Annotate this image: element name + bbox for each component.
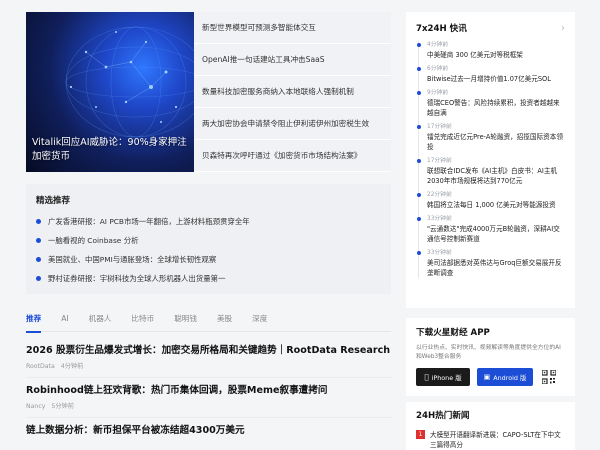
- hero-headline[interactable]: 新型世界模型可预测多智能体交互: [194, 12, 391, 44]
- article-title[interactable]: Robinhood链上狂欢背歌：热门币集体回调，股票Meme叙事遭拷问: [26, 384, 391, 398]
- recommended-item-label: 一脑看视的 Coinbase 分析: [48, 236, 139, 245]
- iphone-download-button[interactable]: iPhone 版: [416, 368, 470, 386]
- recommended-item-label: 广发香港研报：AI PCB市场一年翻倍，上游材料瓶颈贯穿全年: [48, 217, 250, 226]
- category-tabs: 推荐 AI 机器人 比特币 聪明钱 美股 深度: [26, 312, 391, 333]
- app-download-buttons: iPhone 版 ▣Android 版: [416, 368, 565, 386]
- flash-item[interactable]: 17分钟前镭兑完成近亿元Pre-A轮融资，招揽国际资本领投: [416, 123, 565, 152]
- article-title[interactable]: 链上数据分析：新币担保平台被冻结超4300万美元: [26, 424, 391, 438]
- article-time: 5分钟前: [51, 403, 74, 410]
- flash-time: 9分钟前: [427, 90, 449, 96]
- flash-text[interactable]: Bitwise过去一月增持价值1.07亿美元SOL: [427, 74, 565, 84]
- tab-us-stocks[interactable]: 美股: [217, 312, 232, 332]
- app-download-title: 下载火星财经 APP: [416, 328, 490, 338]
- flash-item[interactable]: 4分钟前中美磋商 300 亿美元对等税框架: [416, 41, 565, 60]
- apple-icon: : [424, 373, 428, 381]
- article-source[interactable]: RootData: [26, 363, 55, 370]
- tab-smart-money[interactable]: 聪明钱: [174, 312, 197, 332]
- qr-code-icon[interactable]: [542, 370, 556, 384]
- flash-text[interactable]: 德瑞CEO警告：风险持续累积，投资者越越来越自满: [427, 98, 565, 118]
- tab-bitcoin[interactable]: 比特币: [131, 312, 154, 332]
- android-download-button[interactable]: ▣ Android 版: [477, 368, 533, 386]
- flash-text[interactable]: 联想联合IDC发布《AI主机》白皮书：AI主机2030年市场规模将达到770亿元: [427, 166, 565, 186]
- article-meta: Nancy 5分钟前: [26, 401, 391, 410]
- flash-text[interactable]: "云通数达"完成4000万元B轮融资，深耕AI交通信号控制新赛道: [427, 224, 565, 244]
- flash-text[interactable]: 镭兑完成近亿元Pre-A轮融资，招揽国际资本领投: [427, 132, 565, 152]
- recommended-item[interactable]: 一脑看视的 Coinbase 分析: [36, 231, 381, 250]
- recommended-item-label: 野村证券研报：宇树科技为全球人形机器人出货量第一: [48, 274, 226, 283]
- flash-news-list: 4分钟前中美磋商 300 亿美元对等税框架 6分钟前 Bitwise过去一月增持价…: [416, 41, 565, 278]
- flash-time: 17分钟前: [427, 158, 452, 164]
- flash-time: 4分钟前: [427, 42, 449, 48]
- bullet-icon: [36, 276, 41, 281]
- flash-item[interactable]: 9分钟前德瑞CEO警告：风险持续累积，投资者越越来越自满: [416, 89, 565, 118]
- recommended-item[interactable]: 广发香港研报：AI PCB市场一年翻倍，上游材料瓶颈贯穿全年: [36, 212, 381, 231]
- article-title[interactable]: 2026 股票衍生品爆发式增长：加密交易所格局和关键趋势｜RootData Re…: [26, 344, 391, 358]
- tab-ai[interactable]: AI: [61, 312, 68, 332]
- hot-news-title: 24H热门新闻: [416, 411, 470, 421]
- hero-headline[interactable]: 贝森特再次呼吁通过《加密货币市场结构法案》: [194, 140, 391, 172]
- flash-text[interactable]: 美司法部据悉对英伟达与Groq巨额交易展开反垄断调查: [427, 258, 565, 278]
- flash-time: 6分钟前: [427, 66, 449, 72]
- bullet-icon: [36, 219, 41, 224]
- recommended-item[interactable]: 美国就业、中国PMI与通胀登场：全球增长韧性观察: [36, 250, 381, 269]
- bullet-icon: [36, 238, 41, 243]
- rank-badge: 1: [416, 430, 425, 439]
- article-item[interactable]: 2026 股票衍生品爆发式增长：加密交易所格局和关键趋势｜RootData Re…: [26, 338, 391, 378]
- hero-headline[interactable]: OpenAI推一句话建站工具冲击SaaS: [194, 44, 391, 76]
- flash-time: 33分钟前: [427, 250, 452, 256]
- article-meta: RootData 4分钟前: [26, 361, 391, 370]
- article-item[interactable]: Robinhood链上狂欢背歌：热门币集体回调，股票Meme叙事遭拷问 Nanc…: [26, 378, 391, 418]
- tab-robot[interactable]: 机器人: [89, 312, 112, 332]
- hot-news-panel: 24H热门新闻 1 大模型开语翻译新进展：CAPO-SLT在下中文三篇得高分: [406, 402, 575, 450]
- flash-item[interactable]: 6分钟前 Bitwise过去一月增持价值1.07亿美元SOL: [416, 65, 565, 84]
- article-item[interactable]: 链上数据分析：新币担保平台被冻结超4300万美元: [26, 418, 391, 445]
- app-download-panel: 下载火星财经 APP 以行业热点、实时快讯、视频解读等角度提供全方位的AI和We…: [406, 318, 575, 396]
- android-icon: ▣: [483, 373, 491, 381]
- flash-item[interactable]: 33分钟前 "云通数达"完成4000万元B轮融资，深耕AI交通信号控制新赛道: [416, 215, 565, 244]
- flash-news-panel: 7x24H 快讯 › 4分钟前中美磋商 300 亿美元对等税框架 6分钟前 Bit…: [406, 12, 575, 308]
- recommended-item[interactable]: 野村证券研报：宇树科技为全球人形机器人出货量第一: [36, 269, 381, 288]
- flash-text[interactable]: 中美磋商 300 亿美元对等税框架: [427, 50, 565, 60]
- flash-item[interactable]: 17分钟前联想联合IDC发布《AI主机》白皮书：AI主机2030年市场规模将达到…: [416, 157, 565, 186]
- hot-news-item[interactable]: 1 大模型开语翻译新进展：CAPO-SLT在下中文三篇得高分: [416, 430, 565, 450]
- flash-news-header: 7x24H 快讯 ›: [416, 20, 565, 36]
- app-download-desc: 以行业热点、实时快讯、视频解读等角度提供全方位的AI和Web3整合服务: [416, 345, 561, 360]
- hero-headline[interactable]: 两大加密协会申请禁令阻止伊利诺伊州加密税生效: [194, 108, 391, 140]
- tab-recommend[interactable]: 推荐: [26, 312, 42, 333]
- flash-news-title: 7x24H 快讯: [416, 24, 467, 34]
- article-list: 2026 股票衍生品爆发式增长：加密交易所格局和关键趋势｜RootData Re…: [26, 338, 391, 445]
- recommended-title: 精选推荐: [36, 196, 71, 206]
- hot-news-text[interactable]: 大模型开语翻译新进展：CAPO-SLT在下中文三篇得高分: [430, 430, 565, 450]
- android-download-label: Android 版: [493, 373, 527, 382]
- iphone-download-label: iPhone 版: [429, 373, 462, 382]
- bullet-icon: [36, 257, 41, 262]
- flash-time: 22分钟前: [427, 192, 452, 198]
- recommended-box: 精选推荐 广发香港研报：AI PCB市场一年翻倍，上游材料瓶颈贯穿全年 一脑看视…: [26, 184, 391, 294]
- article-source[interactable]: Nancy: [26, 403, 45, 410]
- article-time: 4分钟前: [60, 363, 84, 370]
- recommended-item-label: 美国就业、中国PMI与通胀登场：全球增长韧性观察: [48, 255, 217, 264]
- chevron-right-icon[interactable]: ›: [561, 23, 565, 34]
- hero-feature-card[interactable]: Vitalik回应AI威胁论：90%身家押注加密货币: [26, 12, 194, 172]
- flash-item[interactable]: 33分钟前美司法部据悉对英伟达与Groq巨额交易展开反垄断调查: [416, 249, 565, 278]
- tab-depth[interactable]: 深度: [252, 312, 267, 332]
- hero-feature-title[interactable]: Vitalik回应AI威胁论：90%身家押注加密货币: [32, 136, 188, 164]
- hero-headline-list: 新型世界模型可预测多智能体交互 OpenAI推一句话建站工具冲击SaaS 数量科…: [194, 12, 391, 172]
- flash-time: 33分钟前: [427, 216, 452, 222]
- hero-headline[interactable]: 数量科技加密服务商纳入本地联络人强制机制: [194, 76, 391, 108]
- flash-time: 17分钟前: [427, 124, 452, 130]
- flash-text[interactable]: 韩国将立法每日 1,000 亿美元对等能源投资: [427, 200, 565, 210]
- hero-block: Vitalik回应AI威胁论：90%身家押注加密货币 新型世界模型可预测多智能体…: [26, 12, 391, 172]
- flash-item[interactable]: 22分钟前韩国将立法每日 1,000 亿美元对等能源投资: [416, 191, 565, 210]
